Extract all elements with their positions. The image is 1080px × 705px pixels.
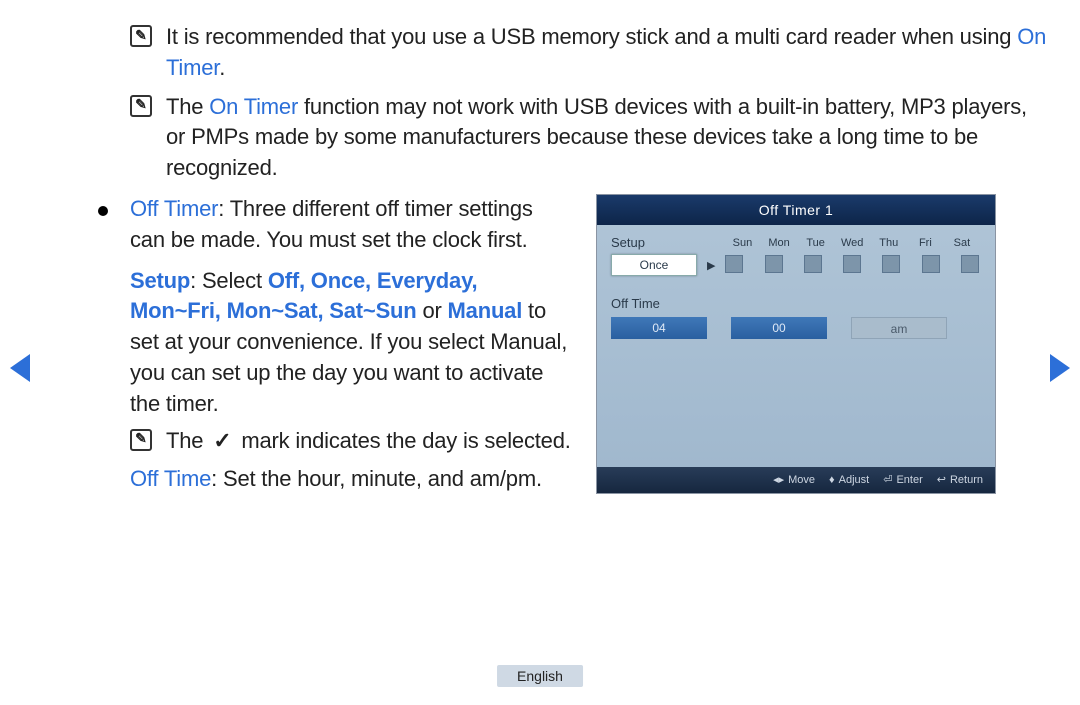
note-2-text: The On Timer function may not work with … bbox=[166, 92, 1050, 184]
off-time-label: Off Time bbox=[130, 466, 211, 491]
setup-select[interactable]: Once bbox=[611, 254, 697, 276]
setup-label: Setup bbox=[130, 268, 190, 293]
enter-icon: ⏎ bbox=[883, 473, 892, 486]
ampm-field[interactable]: am bbox=[851, 317, 947, 339]
text: : Select bbox=[190, 268, 268, 293]
adjust-icon: ♦ bbox=[829, 474, 835, 486]
day-label-mon: Mon bbox=[762, 237, 796, 249]
minute-field[interactable]: 00 bbox=[731, 317, 827, 339]
prev-page-button[interactable] bbox=[10, 354, 30, 382]
text: mark indicates the day is selected. bbox=[235, 428, 570, 453]
day-checkbox-tue[interactable] bbox=[804, 255, 822, 273]
osd-title: Off Timer 1 bbox=[597, 195, 995, 225]
osd-setup-row: Setup Once ▶ Sun Mon Tue Wed Thu Fri bbox=[611, 235, 981, 276]
footer-adjust: ♦ Adjust bbox=[829, 474, 869, 486]
footer-return: ↩ Return bbox=[937, 473, 983, 486]
day-checkbox-mon[interactable] bbox=[765, 255, 783, 273]
day-label-fri: Fri bbox=[908, 237, 942, 249]
return-icon: ↩ bbox=[937, 473, 946, 486]
text: The bbox=[166, 94, 209, 119]
footer-enter: ⏎ Enter bbox=[883, 473, 923, 486]
note-icon bbox=[130, 429, 152, 451]
days-header: Sun Mon Tue Wed Thu Fri Sat bbox=[723, 235, 981, 255]
text: Enter bbox=[896, 474, 922, 486]
check-icon: ✓ bbox=[213, 428, 231, 453]
checkmark-text: The ✓ mark indicates the day is selected… bbox=[166, 426, 571, 457]
move-icon: ◂▸ bbox=[773, 473, 784, 486]
days-checkboxes bbox=[723, 255, 981, 273]
day-label-thu: Thu bbox=[872, 237, 906, 249]
setup-manual: Manual bbox=[448, 298, 523, 323]
off-timer-label: Off Timer bbox=[130, 196, 218, 221]
day-checkbox-thu[interactable] bbox=[882, 255, 900, 273]
text: : Set the hour, minute, and am/pm. bbox=[211, 466, 542, 491]
days-column: Sun Mon Tue Wed Thu Fri Sat bbox=[723, 235, 981, 273]
off-time-field-label: Off Time bbox=[611, 296, 981, 311]
day-label-sat: Sat bbox=[945, 237, 979, 249]
setup-field-label: Setup bbox=[611, 235, 701, 250]
day-checkbox-sun[interactable] bbox=[725, 255, 743, 273]
setup-column: Setup Once bbox=[611, 235, 701, 276]
text: Return bbox=[950, 474, 983, 486]
note-1-text: It is recommended that you use a USB mem… bbox=[166, 22, 1050, 84]
off-timer-line: Off Timer: Three different off timer set… bbox=[130, 194, 572, 256]
note-icon bbox=[130, 95, 152, 117]
text: It is recommended that you use a USB mem… bbox=[166, 24, 1017, 49]
off-timer-section: Off Timer: Three different off timer set… bbox=[40, 194, 1040, 495]
osd-body: Setup Once ▶ Sun Mon Tue Wed Thu Fri bbox=[597, 225, 995, 339]
text: . bbox=[219, 55, 225, 80]
day-checkbox-wed[interactable] bbox=[843, 255, 861, 273]
text: or bbox=[417, 298, 448, 323]
off-timer-osd: Off Timer 1 Setup Once ▶ Sun Mon Tue bbox=[596, 194, 996, 494]
text: Move bbox=[788, 474, 815, 486]
osd-panel-column: Off Timer 1 Setup Once ▶ Sun Mon Tue bbox=[596, 194, 996, 494]
off-time-fields: 04 00 am bbox=[611, 317, 981, 339]
bullet-text-column: Off Timer: Three different off timer set… bbox=[130, 194, 572, 495]
offtime-line: Off Time: Set the hour, minute, and am/p… bbox=[130, 464, 572, 495]
chevron-right-icon: ▶ bbox=[707, 259, 715, 272]
manual-page: It is recommended that you use a USB mem… bbox=[0, 0, 1080, 705]
notes-block: It is recommended that you use a USB mem… bbox=[130, 22, 1050, 184]
hour-field[interactable]: 04 bbox=[611, 317, 707, 339]
setup-line: Setup: Select Off, Once, Everyday, Mon~F… bbox=[130, 266, 572, 420]
on-timer-link: On Timer bbox=[209, 94, 298, 119]
footer-move: ◂▸ Move bbox=[773, 473, 815, 486]
text: Adjust bbox=[839, 474, 870, 486]
language-badge: English bbox=[497, 665, 583, 687]
day-label-wed: Wed bbox=[835, 237, 869, 249]
next-page-button[interactable] bbox=[1050, 354, 1070, 382]
note-icon bbox=[130, 25, 152, 47]
day-label-tue: Tue bbox=[799, 237, 833, 249]
day-checkbox-fri[interactable] bbox=[922, 255, 940, 273]
day-label-sun: Sun bbox=[725, 237, 759, 249]
checkmark-note: The ✓ mark indicates the day is selected… bbox=[130, 426, 572, 457]
day-checkbox-sat[interactable] bbox=[961, 255, 979, 273]
note-2: The On Timer function may not work with … bbox=[130, 92, 1050, 184]
text: The bbox=[166, 428, 209, 453]
bullet-icon bbox=[98, 206, 108, 216]
osd-footer: ◂▸ Move ♦ Adjust ⏎ Enter ↩ Return bbox=[597, 467, 995, 493]
note-1: It is recommended that you use a USB mem… bbox=[130, 22, 1050, 84]
